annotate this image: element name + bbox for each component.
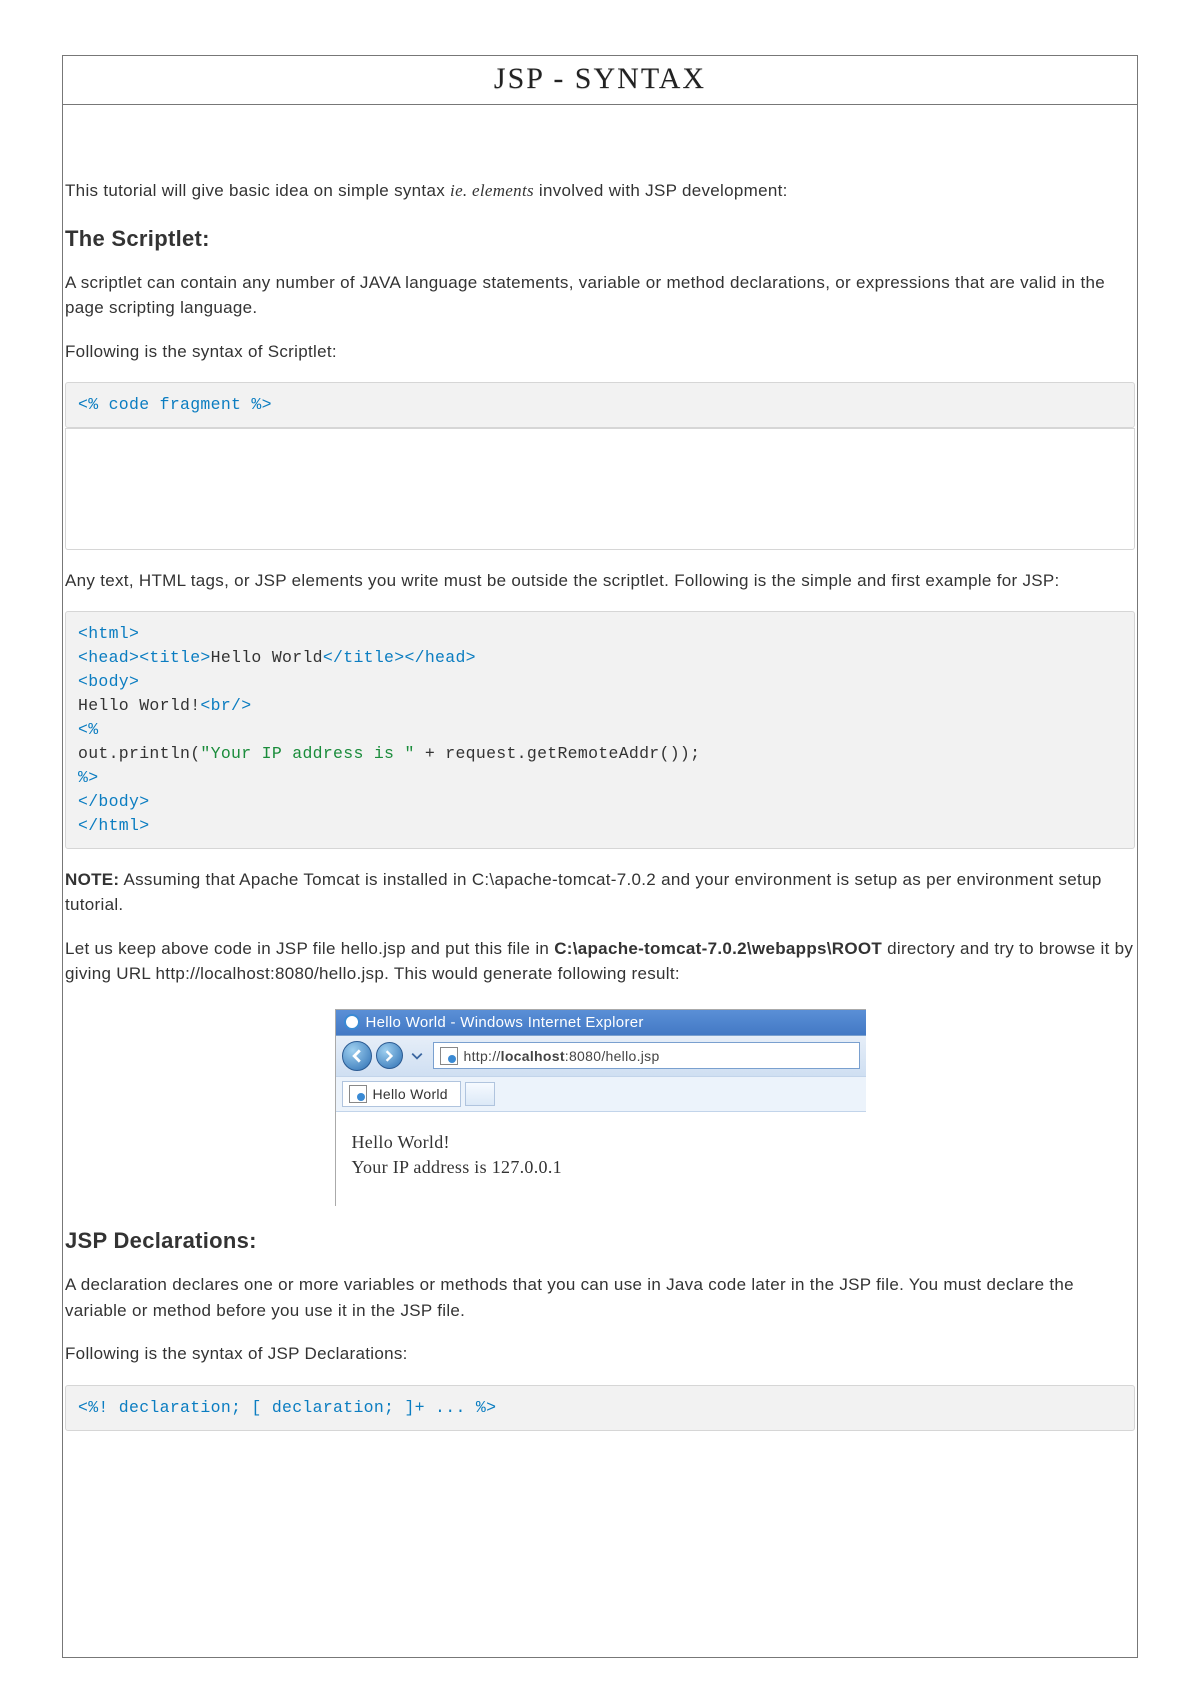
intro-text-post: involved with JSP development: [534,181,788,200]
url-post: :8080/hello.jsp [565,1048,660,1064]
browser-tab[interactable]: Hello World [342,1081,461,1107]
keepcode-path: C:\apache-tomcat-7.0.2\webapps\ROOT [554,939,882,958]
code-hello-world: <html> <head><title>Hello World</title><… [65,611,1135,848]
url-pre: http:// [464,1048,501,1064]
code-line: + request.getRemoteAddr()); [415,744,701,763]
scriptlet-desc: A scriptlet can contain any number of JA… [65,270,1135,321]
heading-scriptlet: The Scriptlet: [65,226,1135,252]
intro-paragraph: This tutorial will give basic idea on si… [65,178,1135,204]
code-line: <html> [78,624,139,643]
scriptlet-syntax-intro: Following is the syntax of Scriptlet: [65,339,1135,365]
ie-icon [344,1014,360,1030]
output-line-2: Your IP address is 127.0.0.1 [352,1155,850,1180]
forward-button[interactable] [376,1042,403,1069]
browser-navbar: http://localhost:8080/hello.jsp [336,1035,866,1076]
code-line: <body> [78,672,139,691]
new-tab-button[interactable] [465,1082,495,1106]
note-text: Assuming that Apache Tomcat is installed… [65,870,1102,915]
dropdown-icon[interactable] [411,1050,423,1062]
browser-tabbar: Hello World [336,1076,866,1112]
code-line: <% [78,720,98,739]
code-line: Hello World! [78,696,200,715]
note-label: NOTE: [65,870,119,889]
keepcode-paragraph: Let us keep above code in JSP file hello… [65,936,1135,987]
heading-declarations: JSP Declarations: [65,1228,1135,1254]
browser-screenshot: Hello World - Windows Internet Explorer … [335,1009,866,1206]
browser-content: Hello World! Your IP address is 127.0.0.… [336,1112,866,1206]
output-line-1: Hello World! [352,1130,850,1155]
code-line: </body> [78,792,149,811]
browser-title: Hello World - Windows Internet Explorer [366,1014,644,1031]
code-line: <br/> [200,696,251,715]
note-paragraph: NOTE: Assuming that Apache Tomcat is ins… [65,867,1135,918]
code-line: </html> [78,816,149,835]
decl-syntax-intro: Following is the syntax of JSP Declarati… [65,1341,1135,1367]
intro-text-italic: ie. elements [450,181,534,200]
url-host: localhost [501,1048,565,1064]
code-decl-syntax: <%! declaration; [ declaration; ]+ ... %… [65,1385,1135,1431]
intro-text-pre: This tutorial will give basic idea on si… [65,181,450,200]
code-line: Hello World [211,648,323,667]
keepcode-pre: Let us keep above code in JSP file hello… [65,939,554,958]
code-line: <head><title> [78,648,211,667]
page-title: JSP - SYNTAX [63,56,1137,105]
tab-label: Hello World [373,1086,448,1102]
arrow-right-icon [383,1050,395,1062]
page-icon [440,1047,458,1065]
scriptlet-example-intro: Any text, HTML tags, or JSP elements you… [65,568,1135,594]
code-scriptlet-syntax: <% code fragment %> [65,382,1135,428]
code-text: <%! declaration; [ declaration; ]+ ... %… [78,1398,496,1417]
code-line: %> [78,768,98,787]
decl-desc: A declaration declares one or more varia… [65,1272,1135,1323]
code-text: <% code fragment %> [78,395,272,414]
code-line: out.println( [78,744,200,763]
back-button[interactable] [342,1041,372,1071]
code-empty-area [65,428,1135,550]
page-icon [349,1085,367,1103]
code-line: </title></head> [323,648,476,667]
arrow-left-icon [350,1049,364,1063]
address-bar[interactable]: http://localhost:8080/hello.jsp [433,1042,860,1069]
browser-titlebar: Hello World - Windows Internet Explorer [336,1010,866,1035]
code-line: "Your IP address is " [200,744,414,763]
